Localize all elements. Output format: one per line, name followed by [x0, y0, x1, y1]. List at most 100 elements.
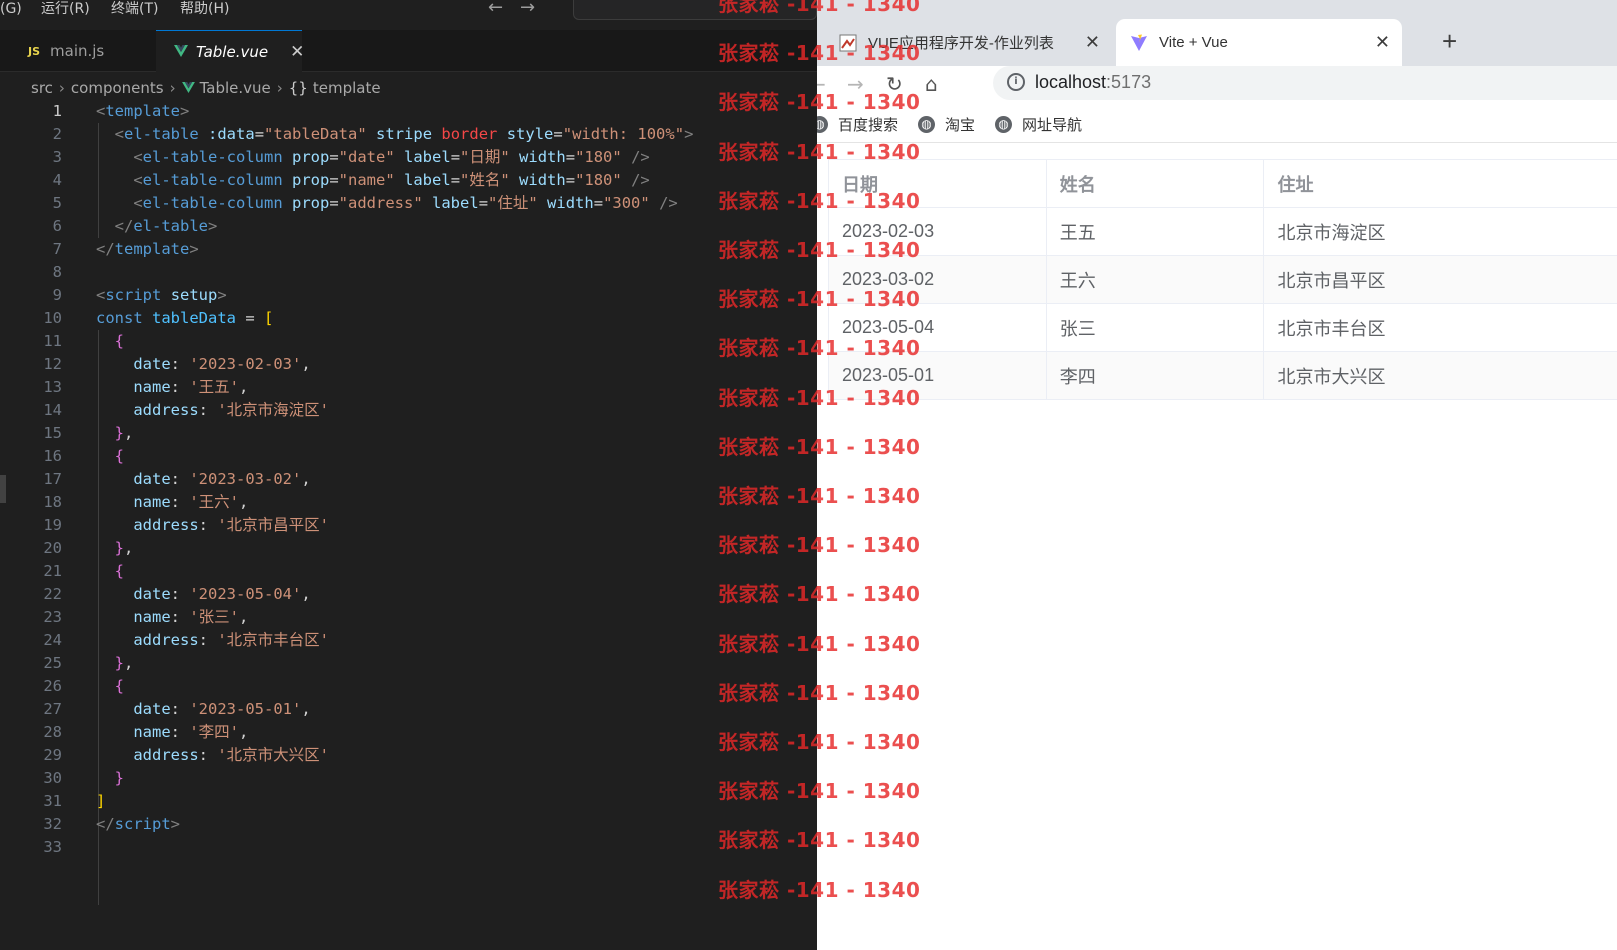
code-text: <el-table-column prop="address" label="住…	[133, 194, 678, 212]
code-line: 21 {	[0, 560, 817, 583]
code-text: <el-table-column prop="date" label="日期" …	[133, 148, 650, 166]
browser-tab-title: VUE应用程序开发-作业列表	[868, 35, 1054, 52]
code-line: 26 {	[0, 675, 817, 698]
command-center[interactable]	[573, 0, 817, 20]
page-favicon-icon	[839, 34, 857, 52]
table-cell: 2023-05-01	[829, 352, 1047, 399]
back-arrow-icon[interactable]: ←	[488, 0, 503, 17]
code-line: 31]	[0, 790, 817, 813]
line-number: 14	[43, 401, 62, 419]
code-text: address: '北京市昌平区'	[133, 516, 329, 534]
line-number: 13	[43, 378, 62, 396]
code-text: name: '王六',	[133, 493, 249, 511]
line-number: 16	[43, 447, 62, 465]
breadcrumb-item-components[interactable]: components	[71, 79, 164, 97]
code-text: <template>	[96, 102, 190, 120]
bookmark-taobao[interactable]: ◍ 淘宝	[918, 114, 975, 135]
forward-arrow-icon[interactable]: →	[520, 0, 535, 17]
code-text: name: '李四',	[133, 723, 249, 741]
table-cell: 张三	[1047, 304, 1265, 351]
table-cell: 王五	[1047, 208, 1265, 255]
code-line: 9 <script setup>	[0, 284, 817, 307]
menu-item-help[interactable]: 帮助(H)	[180, 0, 229, 20]
line-number: 21	[43, 562, 62, 580]
line-number: 6	[52, 217, 62, 235]
tab-table-vue[interactable]: Table.vue ✕	[156, 30, 304, 72]
code-line: 17 date: '2023-03-02',	[0, 468, 817, 491]
address-bar[interactable]: i localhost:5173	[993, 66, 1617, 100]
line-number: 22	[43, 585, 62, 603]
browser-tab-title: Vite + Vue	[1159, 34, 1228, 51]
code-text: const tableData = [	[96, 309, 274, 327]
browser-toolbar: ← → ↻ ⌂ i localhost:5173	[817, 66, 1617, 104]
forward-button[interactable]: →	[847, 72, 864, 96]
code-line: 12 date: '2023-02-03',	[0, 353, 817, 376]
menu-bar: (G) 运行(R) 终端(T) 帮助(H) ← →	[0, 0, 817, 20]
browser-tab-vite-vue[interactable]: Vite + Vue ✕	[1116, 19, 1402, 66]
breadcrumb-item-src[interactable]: src	[31, 79, 53, 97]
vscode-window: (G) 运行(R) 终端(T) 帮助(H) ← → JS main.js Tab…	[0, 0, 817, 950]
menu-item-run[interactable]: 运行(R)	[41, 0, 90, 20]
code-line: 13 name: '王五',	[0, 376, 817, 399]
code-line: 25 },	[0, 652, 817, 675]
browser-tab-homework-list[interactable]: VUE应用程序开发-作业列表 ✕	[827, 19, 1112, 66]
tab-main-js[interactable]: JS main.js	[0, 30, 156, 72]
close-icon[interactable]: ✕	[1085, 32, 1100, 53]
new-tab-button[interactable]: +	[1442, 26, 1457, 57]
tab-label: Table.vue	[196, 42, 269, 61]
line-number: 31	[43, 792, 62, 810]
code-line: 32 </script>	[0, 813, 817, 836]
breadcrumb-item-table-vue[interactable]: Table.vue	[200, 79, 271, 97]
table-cell: 李四	[1047, 352, 1265, 399]
vite-icon	[1130, 34, 1148, 52]
bookmark-nav[interactable]: ◍ 网址导航	[995, 114, 1082, 135]
code-text: </el-table>	[114, 217, 218, 235]
code-line: 7 </template>	[0, 238, 817, 261]
line-number: 24	[43, 631, 62, 649]
code-line: 1 <template>	[0, 100, 817, 123]
line-number: 18	[43, 493, 62, 511]
menu-item-go[interactable]: (G)	[0, 0, 22, 20]
breadcrumb-item-template[interactable]: template	[313, 79, 381, 97]
close-icon[interactable]: ✕	[290, 42, 304, 62]
back-button[interactable]: ←	[817, 72, 826, 96]
code-line: 5 <el-table-column prop="address" label=…	[0, 192, 817, 215]
browser-window: VUE应用程序开发-作业列表 ✕ Vite + Vue ✕ + ← → ↻ ⌂ …	[817, 0, 1617, 950]
column-header-address: 住址	[1264, 160, 1617, 207]
home-button[interactable]: ⌂	[925, 72, 938, 96]
globe-icon: ◍	[918, 116, 935, 133]
bookmark-baidu[interactable]: ◍ 百度搜索	[817, 114, 898, 135]
code-text: },	[114, 539, 134, 557]
menu-item-terminal[interactable]: 终端(T)	[111, 0, 158, 20]
info-icon[interactable]: i	[1007, 73, 1025, 91]
code-text: <el-table :data="tableData" stripe borde…	[114, 125, 694, 143]
code-text: },	[114, 654, 134, 672]
code-text: address: '北京市丰台区'	[133, 631, 329, 649]
table-row: 2023-03-02 王六 北京市昌平区	[829, 256, 1617, 304]
code-text: date: '2023-05-04',	[133, 585, 311, 603]
code-line: 8	[0, 261, 817, 284]
column-header-name: 姓名	[1047, 160, 1265, 207]
line-number: 12	[43, 355, 62, 373]
line-number: 23	[43, 608, 62, 626]
close-icon[interactable]: ✕	[1375, 32, 1390, 53]
braces-icon: {}	[288, 79, 308, 97]
code-line: 24 address: '北京市丰台区'	[0, 629, 817, 652]
code-text: date: '2023-02-03',	[133, 355, 311, 373]
vue-icon	[174, 43, 188, 61]
code-line: 30 }	[0, 767, 817, 790]
code-text: {	[114, 562, 125, 580]
vue-icon	[181, 79, 195, 97]
line-number: 26	[43, 677, 62, 695]
code-line: 15 },	[0, 422, 817, 445]
table-row: 2023-05-04 张三 北京市丰台区	[829, 304, 1617, 352]
code-line: 29 address: '北京市大兴区'	[0, 744, 817, 767]
chevron-right-icon: ›	[276, 79, 283, 97]
code-editor[interactable]: 1 <template> 2 <el-table :data="tableData"…	[0, 100, 817, 950]
reload-button[interactable]: ↻	[886, 72, 903, 96]
code-text: <el-table-column prop="name" label="姓名" …	[133, 171, 650, 189]
code-line: 22 date: '2023-05-04',	[0, 583, 817, 606]
line-number: 30	[43, 769, 62, 787]
bookmarks-bar: ◍ 百度搜索 ◍ 淘宝 ◍ 网址导航	[817, 108, 1617, 142]
line-number: 29	[43, 746, 62, 764]
